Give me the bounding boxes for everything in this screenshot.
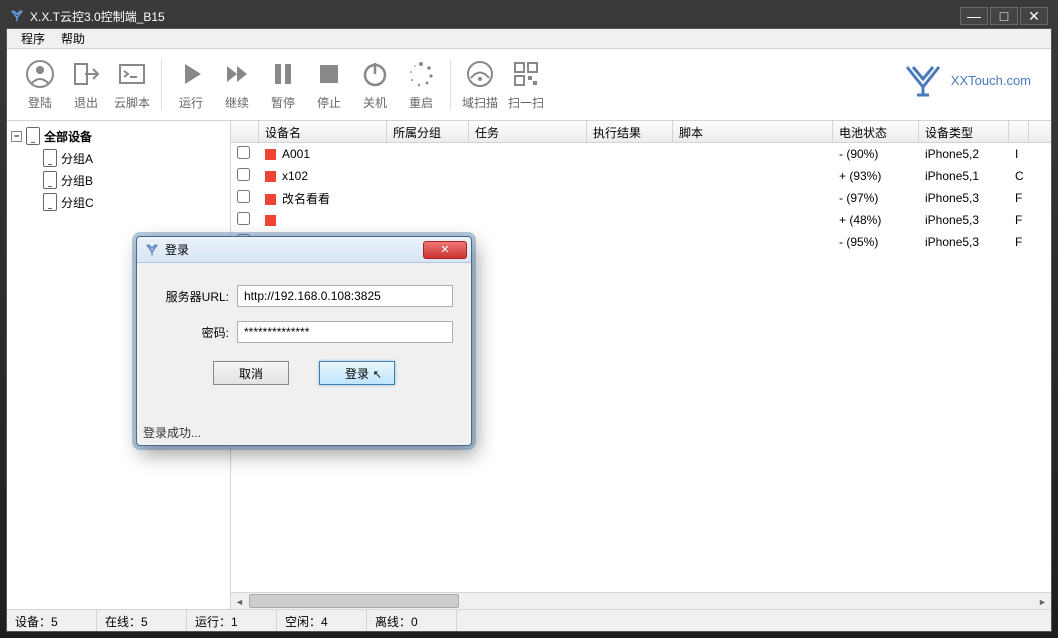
separator <box>161 60 162 110</box>
row-checkbox[interactable] <box>237 212 250 225</box>
window-title: X.X.T云控3.0控制端_B15 <box>30 8 165 25</box>
status-offline: 离线：0 <box>367 610 457 631</box>
tree-group[interactable]: 分组B <box>11 169 226 191</box>
exit-icon <box>70 58 102 90</box>
play-icon <box>175 58 207 90</box>
qr-scan-button[interactable]: 扫一扫 <box>503 55 549 115</box>
dialog-titlebar[interactable]: 登录 ✕ <box>137 237 471 263</box>
separator <box>450 60 451 110</box>
cursor-icon: ↖ <box>373 368 382 381</box>
dialog-status: 登录成功... <box>143 424 201 441</box>
status-indicator-icon <box>265 215 276 226</box>
power-icon <box>359 58 391 90</box>
stop-icon <box>313 58 345 90</box>
terminal-icon <box>116 58 148 90</box>
col-script[interactable]: 脚本 <box>673 121 833 142</box>
stop-button[interactable]: 停止 <box>306 55 352 115</box>
titlebar: X.X.T云控3.0控制端_B15 — □ ✕ <box>6 6 1052 28</box>
col-battery[interactable]: 电池状态 <box>833 121 919 142</box>
app-icon <box>145 243 159 257</box>
menu-help[interactable]: 帮助 <box>53 30 93 47</box>
col-task[interactable]: 任务 <box>469 121 587 142</box>
cloud-script-button[interactable]: 云脚本 <box>109 55 155 115</box>
table-row[interactable]: x102+ (93%)iPhone5,1C <box>231 165 1051 187</box>
login-button[interactable]: 登陆 <box>17 55 63 115</box>
close-button[interactable]: ✕ <box>1020 7 1048 25</box>
horizontal-scrollbar[interactable]: ◄ ► <box>231 592 1051 609</box>
table-row[interactable]: + (48%)iPhone5,3F <box>231 209 1051 231</box>
status-idle: 空闲：4 <box>277 610 367 631</box>
cancel-button[interactable]: 取消 <box>213 361 289 385</box>
row-checkbox[interactable] <box>237 190 250 203</box>
login-submit-button[interactable]: 登录↖ <box>319 361 395 385</box>
tree-root[interactable]: − 全部设备 <box>11 125 226 147</box>
minimize-button[interactable]: — <box>960 7 988 25</box>
lan-scan-button[interactable]: 域扫描 <box>457 55 503 115</box>
dialog-close-button[interactable]: ✕ <box>423 241 467 259</box>
qr-icon <box>510 58 542 90</box>
brand-logo: XXTouch.com <box>903 63 1031 97</box>
scroll-thumb[interactable] <box>249 594 459 608</box>
url-label: 服务器URL: <box>155 288 237 305</box>
pause-button[interactable]: 暂停 <box>260 55 306 115</box>
logout-button[interactable]: 退出 <box>63 55 109 115</box>
status-indicator-icon <box>265 149 276 160</box>
col-device-name[interactable]: 设备名 <box>259 121 387 142</box>
maximize-button[interactable]: □ <box>990 7 1018 25</box>
tree-group[interactable]: 分组C <box>11 191 226 213</box>
collapse-icon[interactable]: − <box>11 131 22 142</box>
menu-bar: 程序 帮助 <box>7 29 1051 49</box>
col-type[interactable]: 设备类型 <box>919 121 1009 142</box>
col-result[interactable]: 执行结果 <box>587 121 673 142</box>
pause-icon <box>267 58 299 90</box>
toolbar: 登陆 退出 云脚本 运行 继续 暂停 <box>7 49 1051 121</box>
table-header: 设备名 所属分组 任务 执行结果 脚本 电池状态 设备类型 <box>231 121 1051 143</box>
menu-program[interactable]: 程序 <box>13 30 53 47</box>
tree-group[interactable]: 分组A <box>11 147 226 169</box>
dialog-title: 登录 <box>165 241 189 258</box>
device-icon <box>43 149 57 167</box>
user-circle-icon <box>24 58 56 90</box>
device-icon <box>43 171 57 189</box>
status-indicator-icon <box>265 194 276 205</box>
run-button[interactable]: 运行 <box>168 55 214 115</box>
scroll-left-icon[interactable]: ◄ <box>231 593 248 609</box>
row-checkbox[interactable] <box>237 146 250 159</box>
table-row[interactable]: A001- (90%)iPhone5,2I <box>231 143 1051 165</box>
brand-icon <box>903 63 943 97</box>
forward-icon <box>221 58 253 90</box>
row-checkbox[interactable] <box>237 168 250 181</box>
table-row[interactable]: 改名看看- (97%)iPhone5,3F <box>231 187 1051 209</box>
status-indicator-icon <box>265 171 276 182</box>
shutdown-button[interactable]: 关机 <box>352 55 398 115</box>
password-input[interactable] <box>237 321 453 343</box>
password-label: 密码: <box>155 324 237 341</box>
status-bar: 设备：5 在线：5 运行：1 空闲：4 离线：0 <box>7 609 1051 631</box>
app-icon <box>10 9 24 23</box>
login-dialog: 登录 ✕ 服务器URL: 密码: 取消 登录↖ 登录成功... <box>136 236 472 446</box>
continue-button[interactable]: 继续 <box>214 55 260 115</box>
status-running: 运行：1 <box>187 610 277 631</box>
status-online: 在线：5 <box>97 610 187 631</box>
radar-icon <box>464 58 496 90</box>
scroll-right-icon[interactable]: ► <box>1034 593 1051 609</box>
device-icon <box>43 193 57 211</box>
status-devices: 设备：5 <box>7 610 97 631</box>
restart-button[interactable]: 重启 <box>398 55 444 115</box>
col-group[interactable]: 所属分组 <box>387 121 469 142</box>
device-icon <box>26 127 40 145</box>
loading-icon <box>405 58 437 90</box>
server-url-input[interactable] <box>237 285 453 307</box>
